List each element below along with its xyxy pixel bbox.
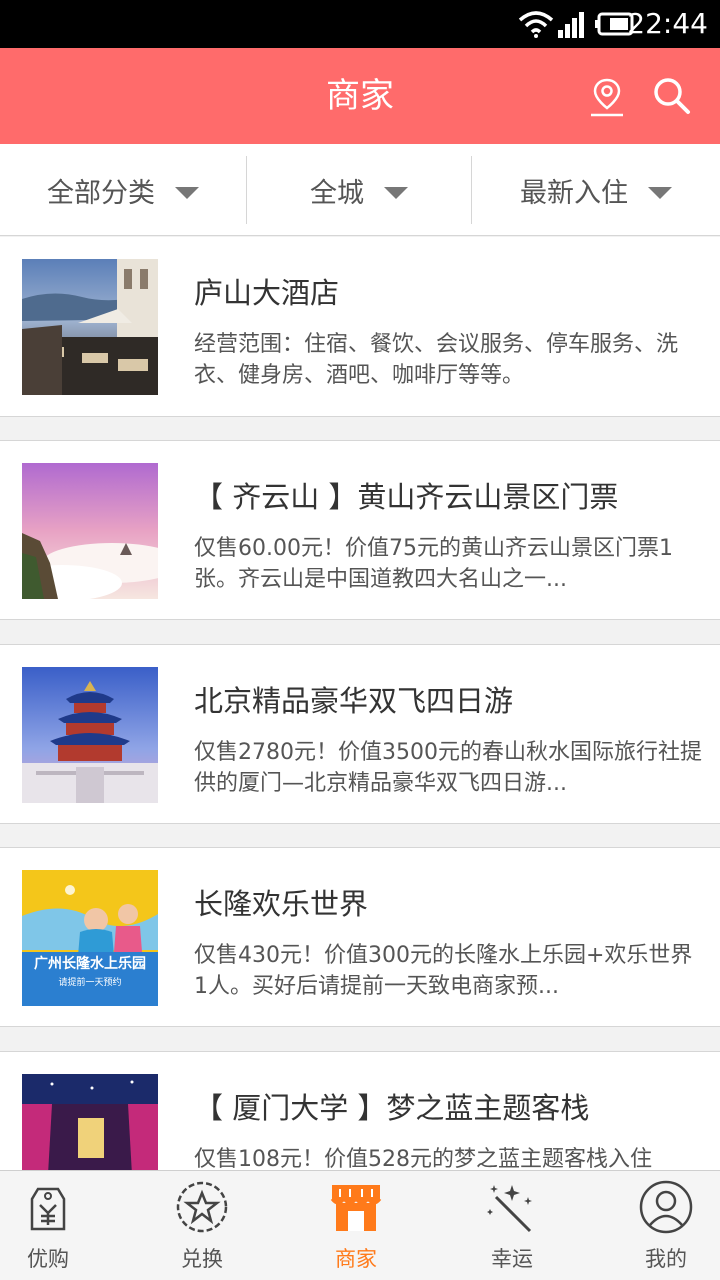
user-icon — [639, 1180, 693, 1234]
item-description: 仅售2780元！价值3500元的春山秋水国际旅行社提供的厦门—北京精品豪华双飞四… — [194, 740, 702, 796]
temple-thumbnail — [22, 667, 158, 803]
wifi-icon — [518, 11, 554, 38]
list-item[interactable]: 广州长隆水上乐园 请提前一天预约 长隆欢乐世界 仅售430元！价值300元的长隆… — [0, 847, 720, 1027]
merchant-list: 庐山大酒店 经营范围：住宿、餐饮、会议服务、停车服务、洗衣、健身房、酒吧、咖啡厅… — [0, 237, 720, 1170]
search-icon[interactable] — [650, 74, 694, 118]
tab-lucky[interactable]: 幸运 — [440, 1171, 584, 1280]
list-item[interactable]: 庐山大酒店 经营范围：住宿、餐饮、会议服务、停车服务、洗衣、健身房、酒吧、咖啡厅… — [0, 237, 720, 417]
magic-wand-icon — [487, 1185, 532, 1233]
item-description: 仅售60.00元！价值75元的黄山齐云山景区门票1张。齐云山是中国道教四大名山之… — [194, 536, 673, 592]
filter-category[interactable]: 全部分类 — [0, 144, 246, 236]
signal-icon — [558, 12, 584, 38]
tab-youghou[interactable]: 优购 — [0, 1171, 120, 1280]
list-item[interactable]: 【 齐云山 】黄山齐云山景区门票 仅售60.00元！价值75元的黄山齐云山景区门… — [0, 440, 720, 620]
tab-mine[interactable]: 我的 — [594, 1171, 720, 1280]
thumbnail-subcaption: 请提前一天预约 — [58, 978, 122, 988]
item-title: 【 厦门大学 】梦之蓝主题客栈 — [194, 1091, 590, 1125]
tab-label: 商家 — [335, 1247, 377, 1271]
thumbnail-caption: 广州长隆水上乐园 — [34, 956, 146, 972]
item-title: 长隆欢乐世界 — [194, 887, 369, 921]
status-bar: 22:44 — [0, 0, 720, 48]
status-time: 22:44 — [627, 7, 708, 40]
filter-label: 最新入住 — [520, 177, 628, 209]
app-header: 商家 — [0, 48, 720, 144]
list-item[interactable]: 北京精品豪华双飞四日游 仅售2780元！价值3500元的春山秋水国际旅行社提供的… — [0, 644, 720, 824]
filter-label: 全部分类 — [47, 177, 155, 209]
hotel-thumbnail — [22, 259, 158, 395]
tab-label: 我的 — [645, 1247, 687, 1271]
mountain-thumbnail — [22, 463, 158, 599]
tab-label: 兑换 — [181, 1247, 223, 1271]
filter-bar: 全部分类 全城 最新入住 — [0, 144, 720, 236]
bottom-tab-bar: 优购 兑换 商家 幸运 我的 — [0, 1170, 720, 1280]
filter-sort[interactable]: 最新入住 — [472, 144, 720, 236]
star-badge-icon — [176, 1181, 228, 1233]
inn-thumbnail — [22, 1074, 158, 1170]
storefront-icon — [330, 1185, 382, 1231]
item-description: 经营范围：住宿、餐饮、会议服务、停车服务、洗衣、健身房、酒吧、咖啡厅等等。 — [194, 332, 679, 388]
tab-label: 优购 — [27, 1247, 69, 1271]
chevron-down-icon — [175, 187, 199, 199]
item-title: 【 齐云山 】黄山齐云山景区门票 — [194, 480, 619, 514]
waterpark-thumbnail: 广州长隆水上乐园 请提前一天预约 — [22, 870, 158, 1006]
filter-label: 全城 — [310, 177, 364, 209]
chevron-down-icon — [384, 187, 408, 199]
list-item[interactable]: 【 厦门大学 】梦之蓝主题客栈 仅售108元！价值528元的梦之蓝主题客栈入住 — [0, 1051, 720, 1170]
tab-label: 幸运 — [491, 1247, 533, 1271]
chevron-down-icon — [648, 187, 672, 199]
item-description: 仅售430元！价值300元的长隆水上乐园+欢乐世界1人。买好后请提前一天致电商家… — [194, 943, 693, 999]
price-tag-icon — [30, 1187, 66, 1231]
tab-exchange[interactable]: 兑换 — [130, 1171, 274, 1280]
item-description: 仅售108元！价值528元的梦之蓝主题客栈入住 — [194, 1147, 652, 1170]
item-title: 北京精品豪华双飞四日游 — [194, 684, 514, 718]
tab-merchant[interactable]: 商家 — [284, 1171, 428, 1280]
filter-area[interactable]: 全城 — [247, 144, 471, 236]
location-icon[interactable] — [585, 74, 629, 118]
item-title: 庐山大酒店 — [194, 276, 340, 310]
